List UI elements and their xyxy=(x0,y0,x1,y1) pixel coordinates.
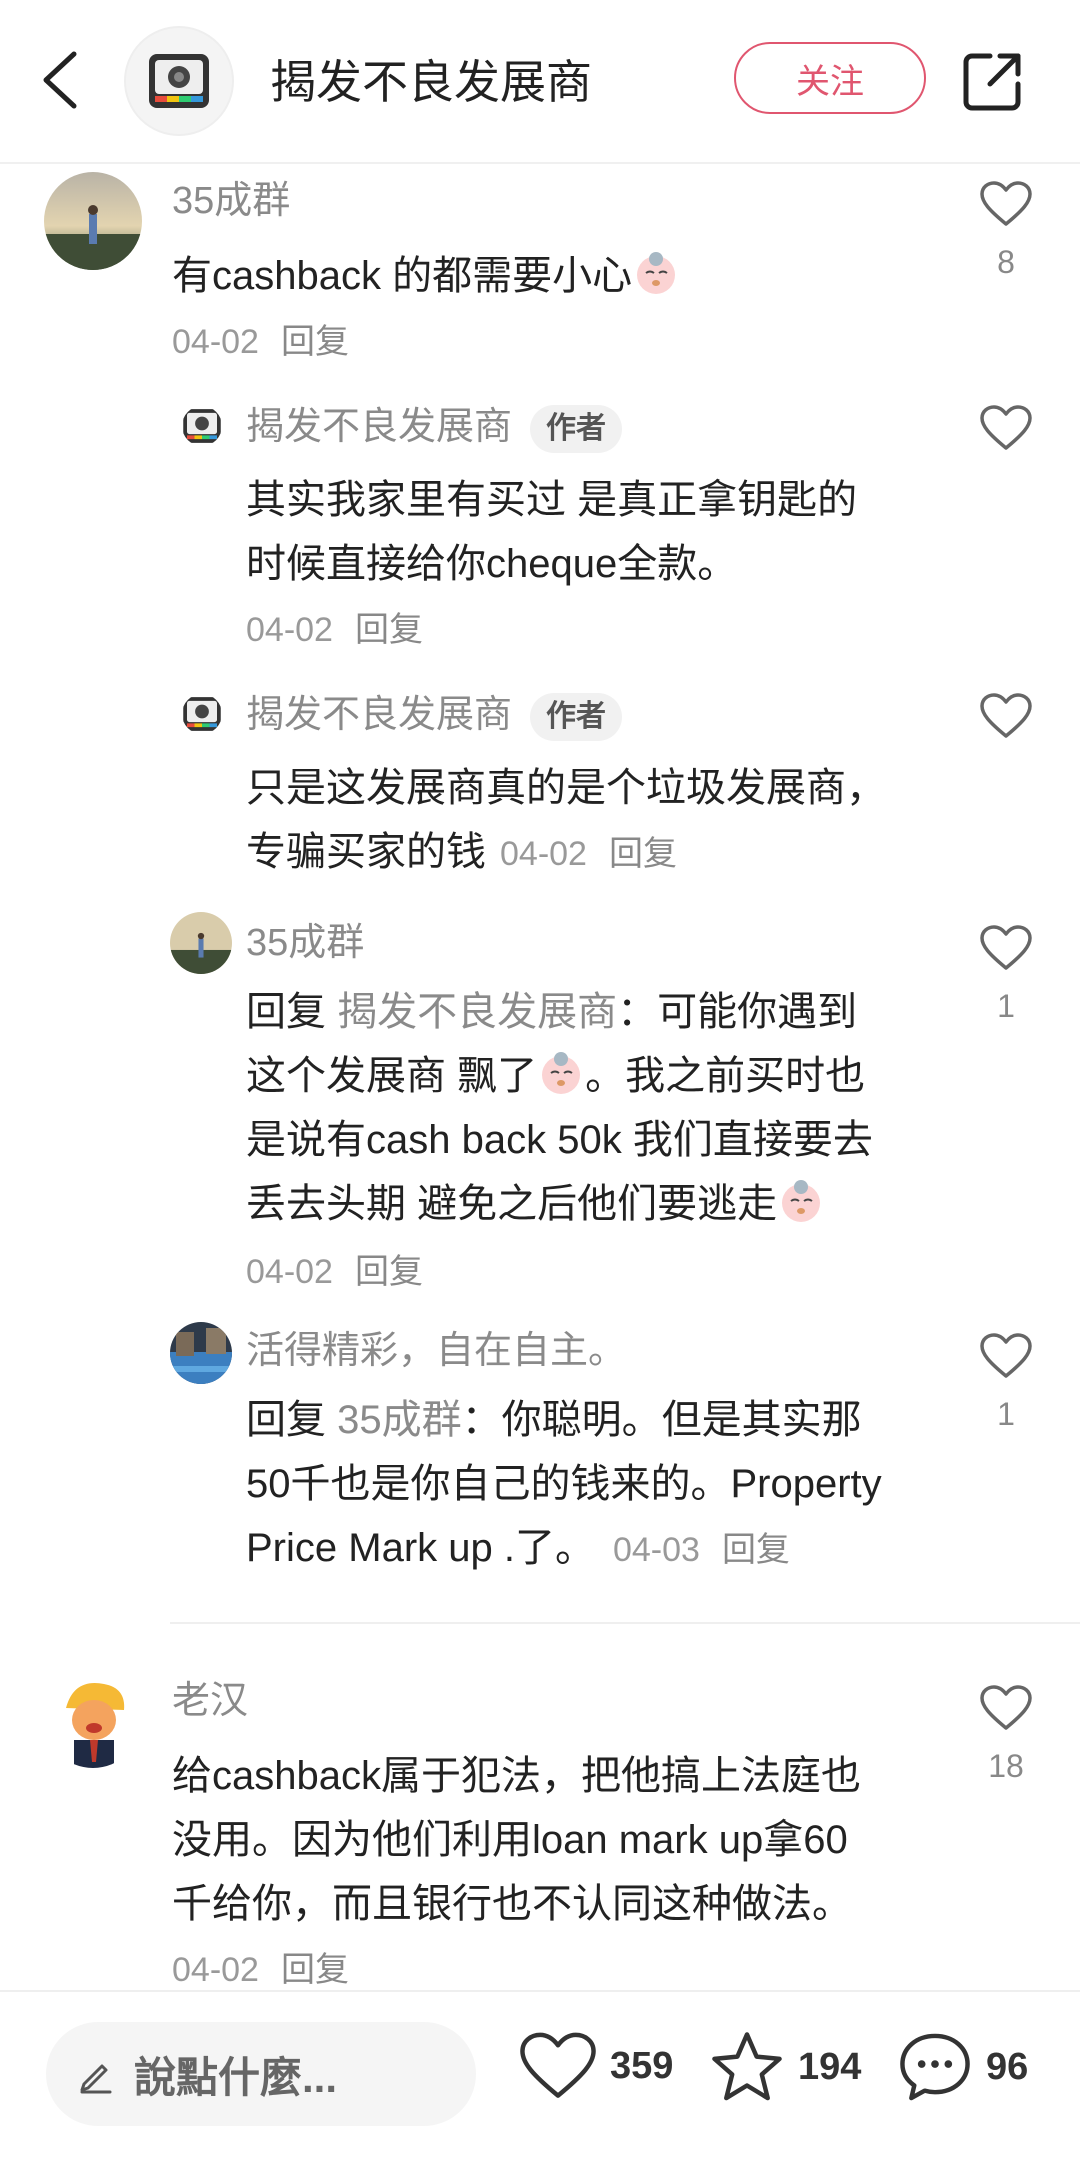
favorite-total: 194 xyxy=(798,2045,862,2088)
like-count: 1 xyxy=(997,1396,1015,1432)
heart-icon xyxy=(980,405,1032,450)
camera-logo-icon xyxy=(149,54,209,108)
like-total: 359 xyxy=(610,2044,674,2087)
camera-logo-icon xyxy=(183,697,221,731)
reply-button[interactable]: 回复 xyxy=(722,1531,790,1569)
comment-total: 96 xyxy=(986,2045,1029,2088)
input-placeholder: 說點什麼... xyxy=(134,2053,338,2101)
heart-icon xyxy=(980,181,1032,226)
like-button[interactable]: 1 xyxy=(976,924,1036,1025)
heart-icon xyxy=(980,693,1032,738)
reply-button[interactable]: 回复 xyxy=(355,1253,423,1291)
chat-icon xyxy=(900,2033,970,2101)
reply-button[interactable]: 回复 xyxy=(609,835,677,873)
top-bar: 揭发不良发展商 关注 xyxy=(0,0,1080,164)
like-button[interactable] xyxy=(976,692,1036,740)
like-count: 18 xyxy=(988,1748,1024,1784)
back-icon[interactable] xyxy=(38,50,82,110)
comment-username[interactable]: 35成群 xyxy=(246,918,364,968)
avatar[interactable] xyxy=(44,172,142,270)
avatar[interactable] xyxy=(44,1670,142,1768)
comment-date: 04-02 xyxy=(500,835,587,873)
like-button[interactable]: 1 xyxy=(976,1332,1036,1433)
comment-date: 04-02 xyxy=(172,1951,259,1989)
heart-icon xyxy=(980,1333,1032,1378)
comment-text: 有cashback 的都需要小心 xyxy=(172,244,680,308)
comment-username: 揭发不良发展商 作者 xyxy=(246,402,623,453)
comment-username[interactable]: 老汉 xyxy=(172,1676,248,1726)
avatar[interactable] xyxy=(170,1322,232,1384)
like-button[interactable]: 8 xyxy=(976,180,1036,281)
like-post-button[interactable]: 359 xyxy=(518,2030,673,2102)
comment-date: 04-02 xyxy=(172,323,259,361)
reply-prefix: 回复 xyxy=(246,1398,326,1442)
reply-prefix: 回复 xyxy=(246,990,326,1034)
star-icon xyxy=(712,2032,782,2101)
like-button[interactable]: 18 xyxy=(976,1684,1036,1785)
avatar[interactable] xyxy=(182,694,222,734)
comment-text: 其实我家里有买过 是真正拿钥匙的 时候直接给你cheque全款。 xyxy=(246,478,858,586)
like-count: 8 xyxy=(997,244,1015,280)
sad-face-emoji-icon xyxy=(637,252,676,294)
author-badge: 作者 xyxy=(530,404,623,453)
sad-face-emoji-icon xyxy=(542,1052,581,1094)
avatar[interactable] xyxy=(170,912,232,974)
comment-date: 04-02 xyxy=(246,611,333,649)
reply-button[interactable]: 回复 xyxy=(355,611,423,649)
author-name[interactable]: 揭发不良发展商 xyxy=(270,52,592,112)
sad-face-emoji-icon xyxy=(782,1180,821,1222)
comment-text: 回复 35成群：你聪明。但是其实那 50千也是你自己的钱来的。Property … xyxy=(246,1398,882,1570)
mention-link[interactable]: 揭发不良发展商 xyxy=(337,990,617,1034)
comment-text: 只是这发展商真的是个垃圾发展商， 专骗买家的钱 04-02 回复 xyxy=(246,766,886,874)
favorite-button[interactable]: 194 xyxy=(708,2030,861,2104)
mention-link[interactable]: 35成群 xyxy=(337,1398,462,1442)
bottom-action-bar: 說點什麼... 359 194 96 xyxy=(0,1990,1080,2159)
comment-meta: 04-02 回复 xyxy=(246,602,423,651)
heart-icon xyxy=(980,1685,1032,1730)
comment-username: 揭发不良发展商 作者 xyxy=(246,690,623,741)
comment-input[interactable]: 說點什麼... xyxy=(46,2022,476,2126)
share-icon[interactable] xyxy=(960,48,1026,114)
comment-username[interactable]: 活得精彩，自在自主。 xyxy=(246,1326,626,1376)
follow-button[interactable]: 关注 xyxy=(734,42,926,114)
heart-icon xyxy=(520,2032,596,2098)
comment-meta: 04-02 回复 xyxy=(246,1244,423,1293)
comment-username[interactable]: 35成群 xyxy=(172,176,290,226)
author-badge: 作者 xyxy=(530,692,623,741)
author-avatar[interactable] xyxy=(124,26,234,136)
comment-meta: 04-02 回复 xyxy=(172,314,349,363)
like-count: 1 xyxy=(997,988,1015,1024)
comment-date: 04-02 xyxy=(246,1253,333,1291)
camera-logo-icon xyxy=(183,409,221,443)
comment-text: 回复 揭发不良发展商：可能你遇到 这个发展商 飘了 。我之前买时也 是说有cash… xyxy=(246,990,873,1226)
comment-date: 04-03 xyxy=(612,1531,700,1569)
comment-button[interactable]: 96 xyxy=(896,2030,1028,2104)
heart-icon xyxy=(980,925,1032,970)
pen-icon xyxy=(80,2064,112,2094)
thread-divider xyxy=(170,1622,1080,1624)
comment-meta: 04-02 回复 xyxy=(172,1942,349,1991)
like-button[interactable] xyxy=(976,404,1036,452)
avatar[interactable] xyxy=(182,406,222,446)
comment-text: 给cashback属于犯法，把他搞上法庭也 没用。因为他们利用loan mark… xyxy=(172,1754,861,1926)
reply-button[interactable]: 回复 xyxy=(281,1951,349,1989)
reply-button[interactable]: 回复 xyxy=(281,323,349,361)
